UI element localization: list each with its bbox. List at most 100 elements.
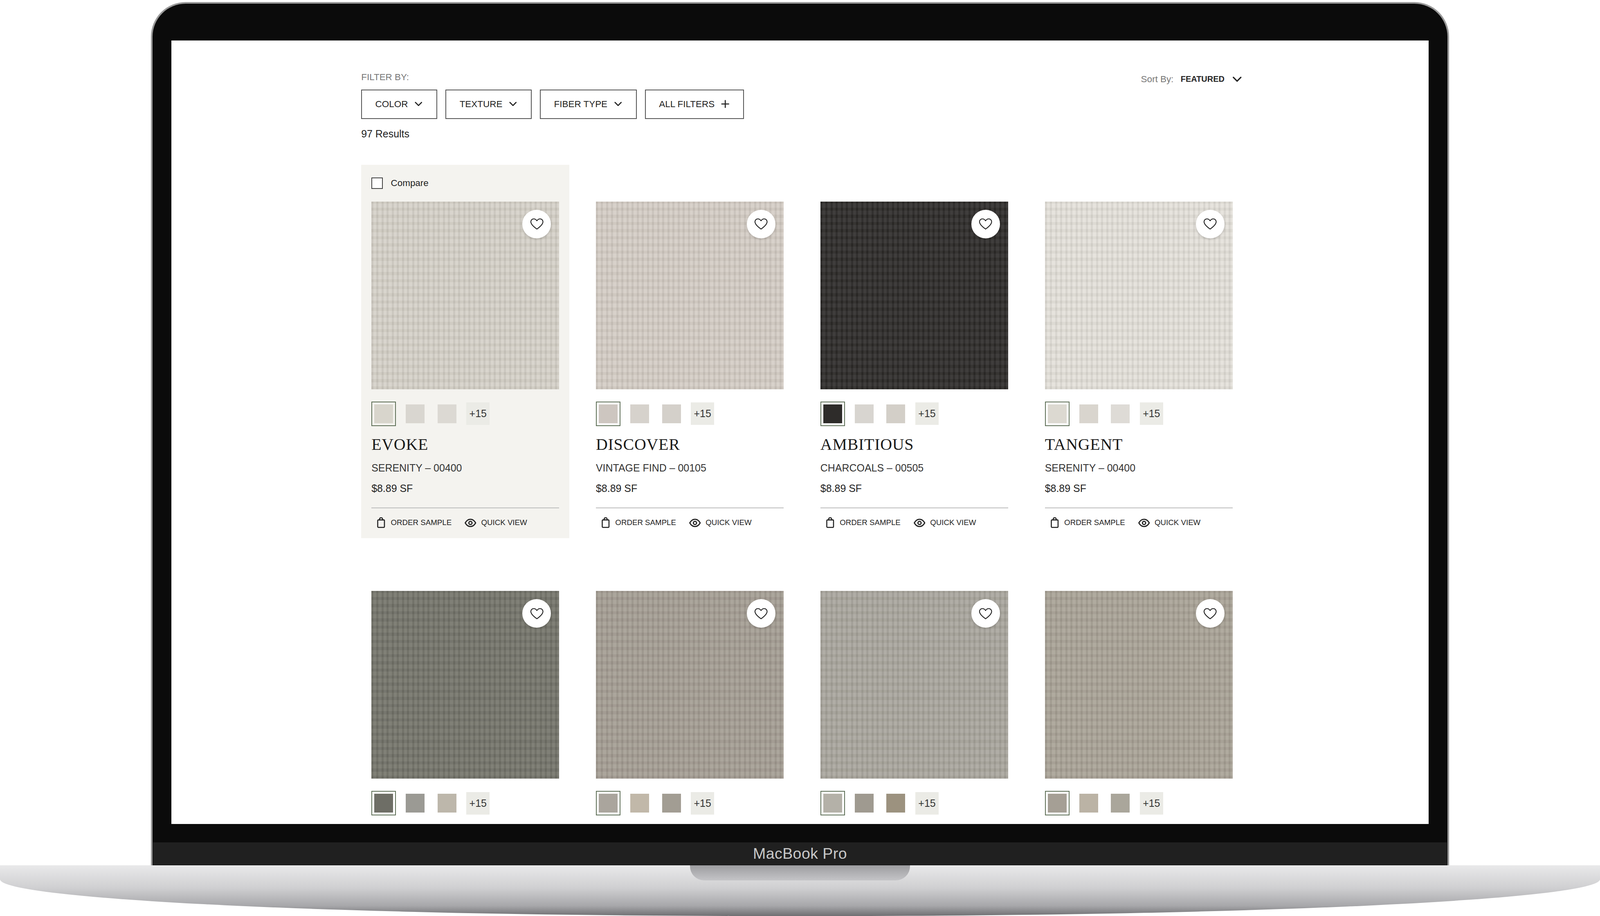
product-image[interactable] — [595, 591, 784, 779]
color-swatch[interactable] — [371, 791, 396, 816]
product-variant: SERENITY – 00400 — [1044, 460, 1233, 476]
color-swatch[interactable] — [595, 791, 621, 816]
color-swatch[interactable] — [434, 401, 460, 427]
sort-control[interactable]: Sort By:FEATURED — [1141, 71, 1243, 86]
product-image[interactable] — [820, 201, 1009, 390]
product-name[interactable]: TANGENT — [1044, 434, 1233, 455]
color-swatch[interactable] — [820, 401, 845, 427]
color-swatch[interactable] — [402, 401, 428, 427]
more-swatches[interactable]: +15 — [1139, 792, 1164, 815]
swatch-fill — [1079, 793, 1099, 813]
favorite-button[interactable] — [971, 599, 1000, 628]
color-swatch[interactable] — [371, 401, 396, 427]
quick-view-link[interactable]: QUICK VIEW — [912, 516, 977, 529]
product-name[interactable]: AMBITIOUS — [820, 434, 1009, 455]
product-card[interactable]: +15AMBITIOUSCHARCOALS – 00505$8.89 SFORD… — [810, 164, 1019, 539]
favorite-button[interactable] — [746, 209, 776, 239]
compare-label: Compare — [391, 176, 429, 191]
product-image[interactable] — [1044, 201, 1233, 390]
color-swatch[interactable] — [1076, 401, 1102, 427]
bag-icon — [1049, 517, 1061, 529]
more-swatches[interactable]: +15 — [690, 402, 715, 425]
swatch-row: +15 — [820, 401, 1009, 427]
color-swatch[interactable] — [402, 791, 428, 816]
compare-checkbox[interactable] — [371, 177, 383, 189]
swatch-row: +15 — [595, 401, 784, 427]
color-swatch[interactable] — [1044, 791, 1070, 816]
quick-view-link[interactable]: QUICK VIEW — [463, 516, 528, 529]
swatch-fill — [1079, 404, 1099, 424]
product-image[interactable] — [820, 591, 1009, 779]
more-swatches[interactable]: +15 — [690, 792, 715, 815]
order-sample-link[interactable]: ORDER SAMPLE — [375, 516, 452, 529]
device-label: MacBook Pro — [752, 844, 848, 863]
filter-button[interactable]: COLOR — [361, 89, 438, 120]
swatch-row: +15 — [1044, 791, 1233, 816]
product-card[interactable]: +15 — [585, 554, 794, 825]
favorite-button[interactable] — [971, 209, 1000, 239]
swatch-fill — [662, 793, 681, 813]
more-swatches[interactable]: +15 — [466, 792, 490, 815]
favorite-button[interactable] — [746, 599, 776, 628]
order-sample-link[interactable]: ORDER SAMPLE — [600, 516, 677, 529]
favorite-button[interactable] — [522, 209, 551, 239]
swatch-fill — [1110, 404, 1130, 424]
filter-button-label: ALL FILTERS — [658, 98, 715, 111]
favorite-button[interactable] — [1195, 599, 1225, 628]
color-swatch[interactable] — [1107, 791, 1133, 816]
color-swatch[interactable] — [851, 401, 877, 427]
compare-row — [595, 175, 784, 192]
product-card[interactable]: Compare+15EVOKESERENITY – 00400$8.89 SFO… — [361, 164, 570, 539]
color-swatch[interactable] — [659, 791, 684, 816]
product-actions: ORDER SAMPLE QUICK VIEW — [1044, 507, 1233, 529]
product-variant: VINTAGE FIND – 00105 — [595, 460, 784, 476]
order-sample-link[interactable]: ORDER SAMPLE — [1049, 516, 1126, 529]
color-swatch[interactable] — [1076, 791, 1102, 816]
more-swatches[interactable]: +15 — [915, 402, 939, 425]
action-label: ORDER SAMPLE — [615, 516, 677, 529]
product-image[interactable] — [1044, 591, 1233, 779]
product-card[interactable]: +15DISCOVERVINTAGE FIND – 00105$8.89 SFO… — [585, 164, 794, 539]
product-name[interactable]: DISCOVER — [595, 434, 784, 455]
heart-icon — [977, 606, 994, 622]
order-sample-link[interactable]: ORDER SAMPLE — [824, 516, 901, 529]
product-card[interactable]: +15 — [1034, 554, 1243, 825]
compare-row — [595, 564, 784, 582]
color-swatch[interactable] — [851, 791, 877, 816]
sort-value: FEATURED — [1180, 73, 1225, 86]
color-swatch[interactable] — [627, 791, 652, 816]
swatch-row: +15 — [371, 791, 560, 816]
color-swatch[interactable] — [883, 401, 909, 427]
color-swatch[interactable] — [659, 401, 684, 427]
favorite-button[interactable] — [522, 599, 551, 628]
product-image[interactable] — [595, 201, 784, 390]
color-swatch[interactable] — [627, 401, 652, 427]
more-swatches[interactable]: +15 — [915, 792, 939, 815]
eye-icon — [1137, 517, 1151, 529]
product-card[interactable]: +15 — [361, 554, 570, 825]
heart-icon — [529, 216, 545, 232]
quick-view-link[interactable]: QUICK VIEW — [688, 516, 752, 529]
product-image[interactable] — [371, 201, 560, 390]
product-card[interactable]: +15 — [810, 554, 1019, 825]
product-name[interactable]: EVOKE — [371, 434, 560, 455]
color-swatch[interactable] — [1107, 401, 1133, 427]
color-swatch[interactable] — [1044, 401, 1070, 427]
swatch-fill — [374, 793, 394, 813]
favorite-button[interactable] — [1195, 209, 1225, 239]
color-swatch[interactable] — [595, 401, 621, 427]
product-image[interactable] — [371, 591, 560, 779]
swatch-row: +15 — [1044, 401, 1233, 427]
filter-button[interactable]: FIBER TYPE — [539, 89, 637, 120]
product-card[interactable]: +15TANGENTSERENITY – 00400$8.89 SFORDER … — [1034, 164, 1243, 539]
color-swatch[interactable] — [434, 791, 460, 816]
swatch-fill — [662, 404, 681, 424]
filter-button[interactable]: TEXTURE — [445, 89, 532, 120]
more-swatches[interactable]: +15 — [466, 402, 490, 425]
filter-button[interactable]: ALL FILTERS — [644, 89, 744, 120]
quick-view-link[interactable]: QUICK VIEW — [1137, 516, 1201, 529]
color-swatch[interactable] — [820, 791, 845, 816]
more-swatches[interactable]: +15 — [1139, 402, 1164, 425]
action-label: ORDER SAMPLE — [391, 516, 452, 529]
color-swatch[interactable] — [883, 791, 909, 816]
